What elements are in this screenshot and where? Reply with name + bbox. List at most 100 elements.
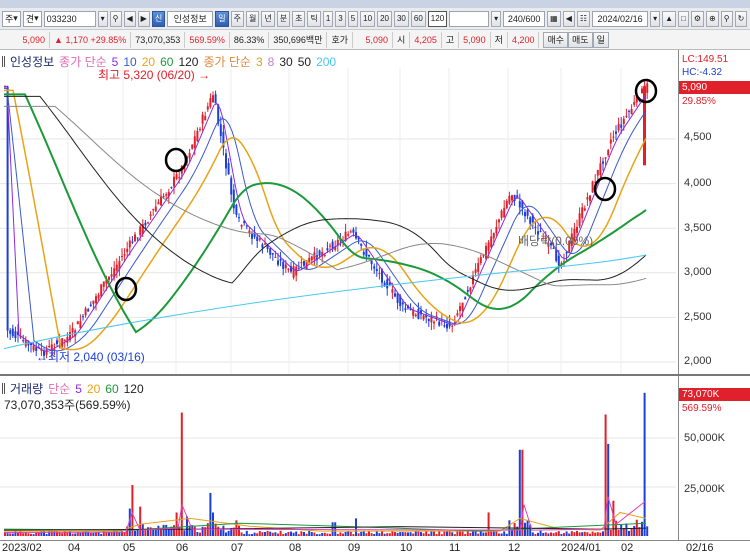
- volume-bar: [383, 533, 386, 536]
- volume-bar: [609, 529, 612, 536]
- volume-bar: [339, 532, 342, 536]
- candle-body: [282, 261, 285, 269]
- pin-icon[interactable]: ▲: [662, 10, 676, 27]
- mode-label: 주: [5, 14, 14, 24]
- candle-body: [14, 331, 17, 339]
- grid-icon[interactable]: ▦: [547, 10, 561, 27]
- volume-bar: [552, 533, 555, 536]
- candle-body: [56, 340, 58, 345]
- candle-body: [297, 268, 300, 270]
- candle-body: [630, 108, 633, 115]
- candle-body: [352, 229, 355, 233]
- interval-input[interactable]: [449, 10, 490, 27]
- period-tick[interactable]: 틱: [307, 10, 321, 27]
- zoom-icon[interactable]: ⊕: [706, 10, 719, 27]
- search-icon[interactable]: ⚲: [109, 10, 122, 27]
- candle-body: [633, 101, 636, 105]
- volume-bar: [373, 533, 376, 536]
- volume-bar: [425, 531, 428, 536]
- sell-button[interactable]: 매도: [568, 31, 593, 48]
- volume-bar: [581, 532, 584, 536]
- settings-icon[interactable]: ⚙: [690, 10, 705, 27]
- refresh-icon[interactable]: ↻: [734, 10, 748, 27]
- interval-dropdown-icon[interactable]: ▾: [491, 10, 502, 27]
- interval-30[interactable]: 30: [393, 10, 409, 27]
- volume-bar: [97, 532, 100, 536]
- quote-price: 5,090: [2, 31, 50, 48]
- candle-body: [586, 197, 589, 200]
- x-label-07: 07: [231, 542, 244, 554]
- price-tick-4500: 4,500: [684, 131, 712, 143]
- volume-bar: [199, 532, 201, 536]
- candle-body: [503, 207, 506, 218]
- volume-bar: [266, 530, 269, 536]
- volume-bar: [414, 530, 417, 536]
- volume-bar: [544, 532, 547, 536]
- quote-volume-pct: 569.59%: [185, 31, 230, 48]
- quote-change: ▲ 1,170 +29.85%: [50, 31, 132, 48]
- volume-bar: [378, 533, 381, 536]
- volume-bar: [628, 530, 630, 536]
- period-minute[interactable]: 분: [276, 10, 291, 27]
- code-dropdown-button[interactable]: ▾: [97, 10, 108, 27]
- quote-bar: 5,090 ▲ 1,170 +29.85% 73,070,353 569.59%…: [0, 30, 750, 50]
- count-field[interactable]: 240/600: [503, 10, 546, 27]
- interval-120[interactable]: 120: [427, 10, 448, 27]
- volume-bar: [222, 525, 225, 536]
- candle-body: [264, 243, 266, 245]
- interval-20[interactable]: 20: [377, 10, 392, 27]
- lock-icon[interactable]: □: [678, 10, 689, 27]
- dividend-note: 배당락(0.00%): [518, 234, 594, 248]
- volume-chart[interactable]: [0, 376, 678, 540]
- stock-code-value: 033230: [46, 13, 77, 24]
- candle-body: [477, 263, 480, 272]
- period-tab-day[interactable]: 일: [215, 10, 229, 27]
- candle-body: [212, 95, 214, 103]
- volume-bar: [492, 531, 495, 536]
- quote-change-value: 1,170: [65, 34, 88, 45]
- interval-3[interactable]: 3: [335, 10, 346, 27]
- calendar-prev-icon[interactable]: ◀: [562, 10, 575, 27]
- date-dropdown-icon[interactable]: ▾: [650, 10, 661, 27]
- candle-body: [274, 256, 277, 258]
- period-month[interactable]: 월: [245, 10, 260, 27]
- period-mode-select[interactable]: 견 ▾: [22, 10, 42, 27]
- period-year[interactable]: 년: [261, 10, 275, 27]
- volume-bar: [290, 531, 292, 536]
- price-tick-2000: 2,000: [684, 355, 712, 367]
- price-chart[interactable]: [0, 68, 678, 374]
- mode-select[interactable]: 주 ▾: [2, 10, 21, 27]
- interval-5[interactable]: 5: [347, 10, 359, 27]
- volume-bar: [433, 531, 435, 536]
- volume-bar: [422, 533, 425, 536]
- legend-grip-icon[interactable]: [2, 56, 5, 67]
- calendar-icon[interactable]: ☷: [576, 10, 591, 27]
- search-chart-icon[interactable]: ⚲: [720, 10, 733, 27]
- info-tab-button[interactable]: 신: [151, 10, 166, 27]
- prev-stock-icon[interactable]: ◀: [123, 10, 136, 27]
- candle-body: [102, 281, 105, 287]
- period-second[interactable]: 초: [292, 10, 306, 27]
- order-list-button[interactable]: 일: [592, 31, 609, 48]
- volume-bar: [500, 533, 503, 536]
- volume-bar: [498, 533, 500, 536]
- candle-body: [139, 226, 142, 236]
- stock-code-input[interactable]: 033230: [43, 10, 96, 27]
- interval-60[interactable]: 60: [410, 10, 426, 27]
- interval-1[interactable]: 1: [322, 10, 334, 27]
- volume-bar: [318, 534, 321, 536]
- volume-badge: 73,070K: [679, 388, 750, 401]
- buy-button[interactable]: 매수: [543, 31, 569, 48]
- next-stock-icon[interactable]: ▶: [137, 10, 150, 27]
- candle-body: [201, 114, 204, 124]
- volume-bar: [370, 533, 373, 536]
- x-label-02: 02: [621, 542, 634, 554]
- volume-bar: [180, 412, 183, 536]
- period-week[interactable]: 주: [230, 10, 244, 27]
- candle-body: [95, 296, 97, 304]
- candle-body: [529, 217, 532, 224]
- volume-bar: [108, 532, 110, 536]
- interval-10[interactable]: 10: [360, 10, 376, 27]
- date-input[interactable]: 2024/02/16: [592, 10, 649, 27]
- candle-body: [134, 234, 136, 242]
